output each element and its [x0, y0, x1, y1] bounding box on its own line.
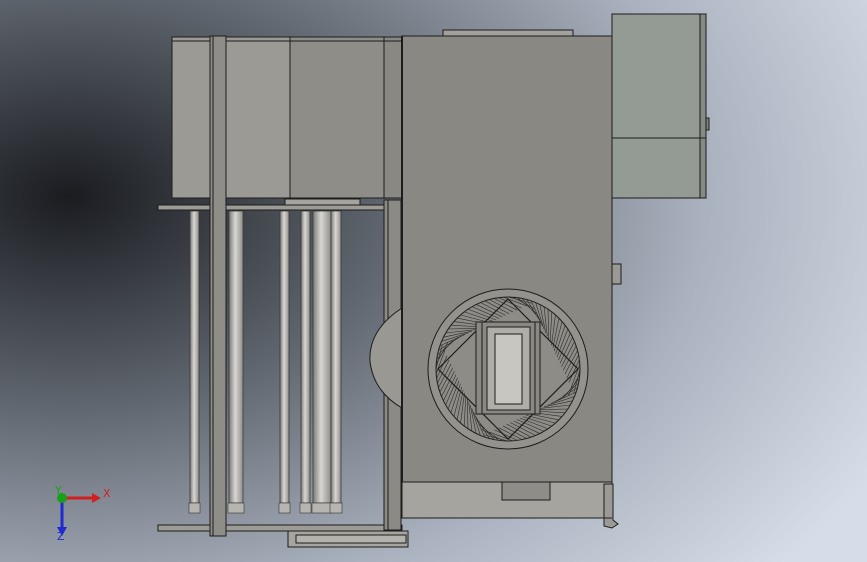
fan-intake — [427, 288, 589, 450]
rod-end-cap — [311, 502, 333, 514]
heater-rod — [330, 210, 342, 504]
main-housing — [401, 29, 622, 529]
heater-rod — [300, 210, 311, 504]
control-box — [611, 13, 710, 199]
heater-rod — [279, 210, 290, 504]
y-axis-label: Y — [55, 484, 62, 497]
x-axis-label: X — [103, 487, 111, 500]
rod-end-cap — [278, 502, 291, 514]
upper-housing — [171, 36, 403, 199]
rod-end-cap — [227, 502, 245, 514]
heater-rod — [189, 210, 200, 504]
z-axis-label: Z — [57, 530, 65, 543]
cad-viewport[interactable] — [0, 0, 867, 562]
rod-end-cap — [188, 502, 201, 514]
rod-end-cap — [329, 502, 343, 514]
heater-rod — [312, 210, 332, 504]
rod-end-cap — [299, 502, 312, 514]
heater-rod — [228, 210, 244, 504]
